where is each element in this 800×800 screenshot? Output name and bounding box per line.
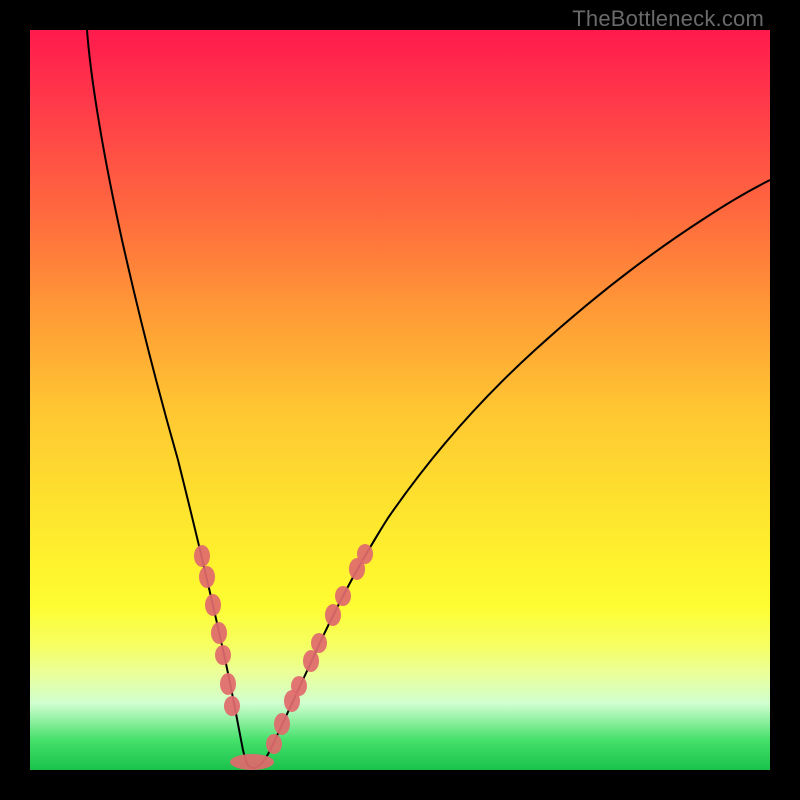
- watermark-text: TheBottleneck.com: [572, 6, 764, 32]
- highlight-beads: [194, 544, 373, 770]
- bottleneck-curve: [87, 30, 770, 768]
- chart-svg: [30, 30, 770, 770]
- plot-area: [30, 30, 770, 770]
